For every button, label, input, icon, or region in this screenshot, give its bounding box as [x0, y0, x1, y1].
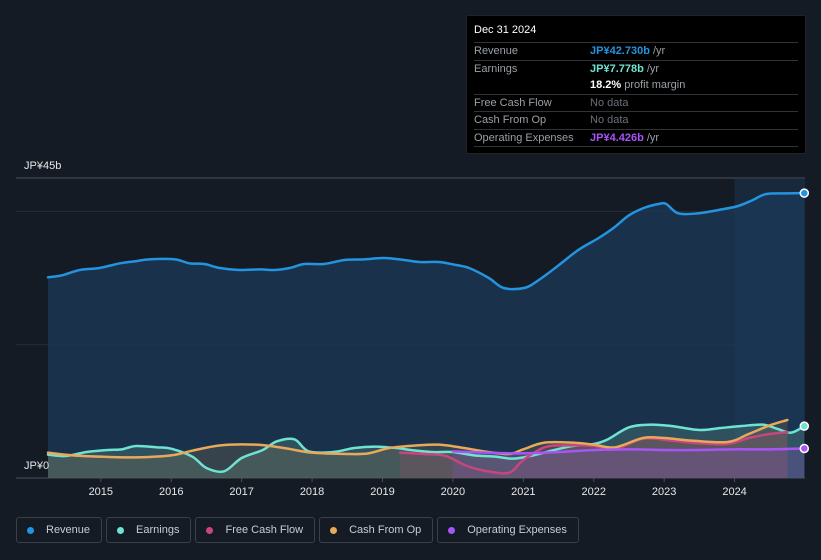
tooltip-value: No data [590, 114, 629, 127]
earnings-dot-icon [117, 526, 125, 534]
tooltip-row-earnings: Earnings JP¥7.778b /yr [474, 61, 798, 78]
x-axis: 2015 2016 2017 2018 2019 2020 2021 2022 2023 2024 [89, 478, 747, 498]
legend-label: Cash From Op [349, 524, 422, 536]
operating-expenses-dot-icon [448, 526, 456, 534]
series-areas [48, 193, 805, 478]
revenue-endpoint [799, 188, 810, 198]
x-tick-label: 2017 [229, 486, 253, 498]
tooltip-unit: profit margin [624, 79, 686, 92]
x-tick-label: 2020 [441, 486, 465, 498]
earnings-endpoint [799, 421, 810, 431]
tooltip-label: Cash From Op [474, 114, 547, 127]
y-tick-label-zero: JP¥0 [24, 460, 50, 472]
x-tick-label: 2021 [511, 486, 535, 498]
legend: Revenue Earnings Free Cash Flow Cash Fro… [16, 517, 579, 543]
legend-item-free-cash-flow[interactable]: Free Cash Flow [195, 517, 316, 543]
tooltip-unit: /yr [652, 45, 666, 58]
legend-item-cash-from-op[interactable]: Cash From Op [319, 517, 434, 543]
legend-label: Operating Expenses [467, 524, 567, 536]
tooltip-value: JP¥4.426b [590, 131, 644, 144]
tooltip-value: No data [590, 96, 629, 109]
x-tick-label: 2023 [652, 486, 676, 498]
tooltip-value: JP¥42.730b [590, 45, 650, 58]
tooltip-row-fcf: Free Cash Flow No data [474, 95, 798, 112]
revenue-dot-icon [27, 526, 34, 534]
operating-expenses-endpoint [799, 443, 810, 454]
tooltip: Dec 31 2024 Revenue JP¥42.730b /yr Earni… [466, 15, 806, 154]
tooltip-value: 18.2% [590, 79, 622, 92]
tooltip-label: Revenue [474, 45, 519, 58]
cash-from-op-dot-icon [330, 526, 338, 534]
tooltip-row-revenue: Revenue JP¥42.730b /yr [474, 43, 798, 61]
tooltip-label: Operating Expenses [474, 131, 574, 144]
legend-label: Free Cash Flow [225, 524, 304, 536]
x-tick-label: 2018 [300, 486, 324, 498]
x-tick-label: 2022 [582, 486, 606, 498]
tooltip-unit: /yr [646, 62, 660, 75]
x-tick-label: 2024 [722, 486, 746, 498]
tooltip-unit: /yr [646, 131, 660, 144]
legend-item-earnings[interactable]: Earnings [106, 517, 192, 543]
tooltip-label: Free Cash Flow [474, 96, 552, 109]
legend-item-operating-expenses[interactable]: Operating Expenses [437, 517, 579, 543]
free-cash-flow-dot-icon [206, 526, 214, 534]
legend-label: Earnings [136, 524, 180, 536]
x-tick-label: 2016 [159, 486, 183, 498]
tooltip-date: Dec 31 2024 [474, 24, 798, 43]
x-tick-label: 2019 [370, 486, 394, 498]
legend-label: Revenue [46, 524, 91, 536]
y-tick-label-max: JP¥45b [24, 160, 62, 172]
tooltip-label: Earnings [474, 62, 518, 75]
tooltip-row-opex: Operating Expenses JP¥4.426b /yr [474, 130, 798, 147]
tooltip-row-cfo: Cash From Op No data [474, 112, 798, 130]
tooltip-value: JP¥7.778b [590, 62, 644, 75]
tooltip-row-margin: 18.2% profit margin [474, 77, 798, 95]
legend-item-revenue[interactable]: Revenue [16, 517, 103, 543]
x-tick-label: 2015 [89, 486, 113, 498]
